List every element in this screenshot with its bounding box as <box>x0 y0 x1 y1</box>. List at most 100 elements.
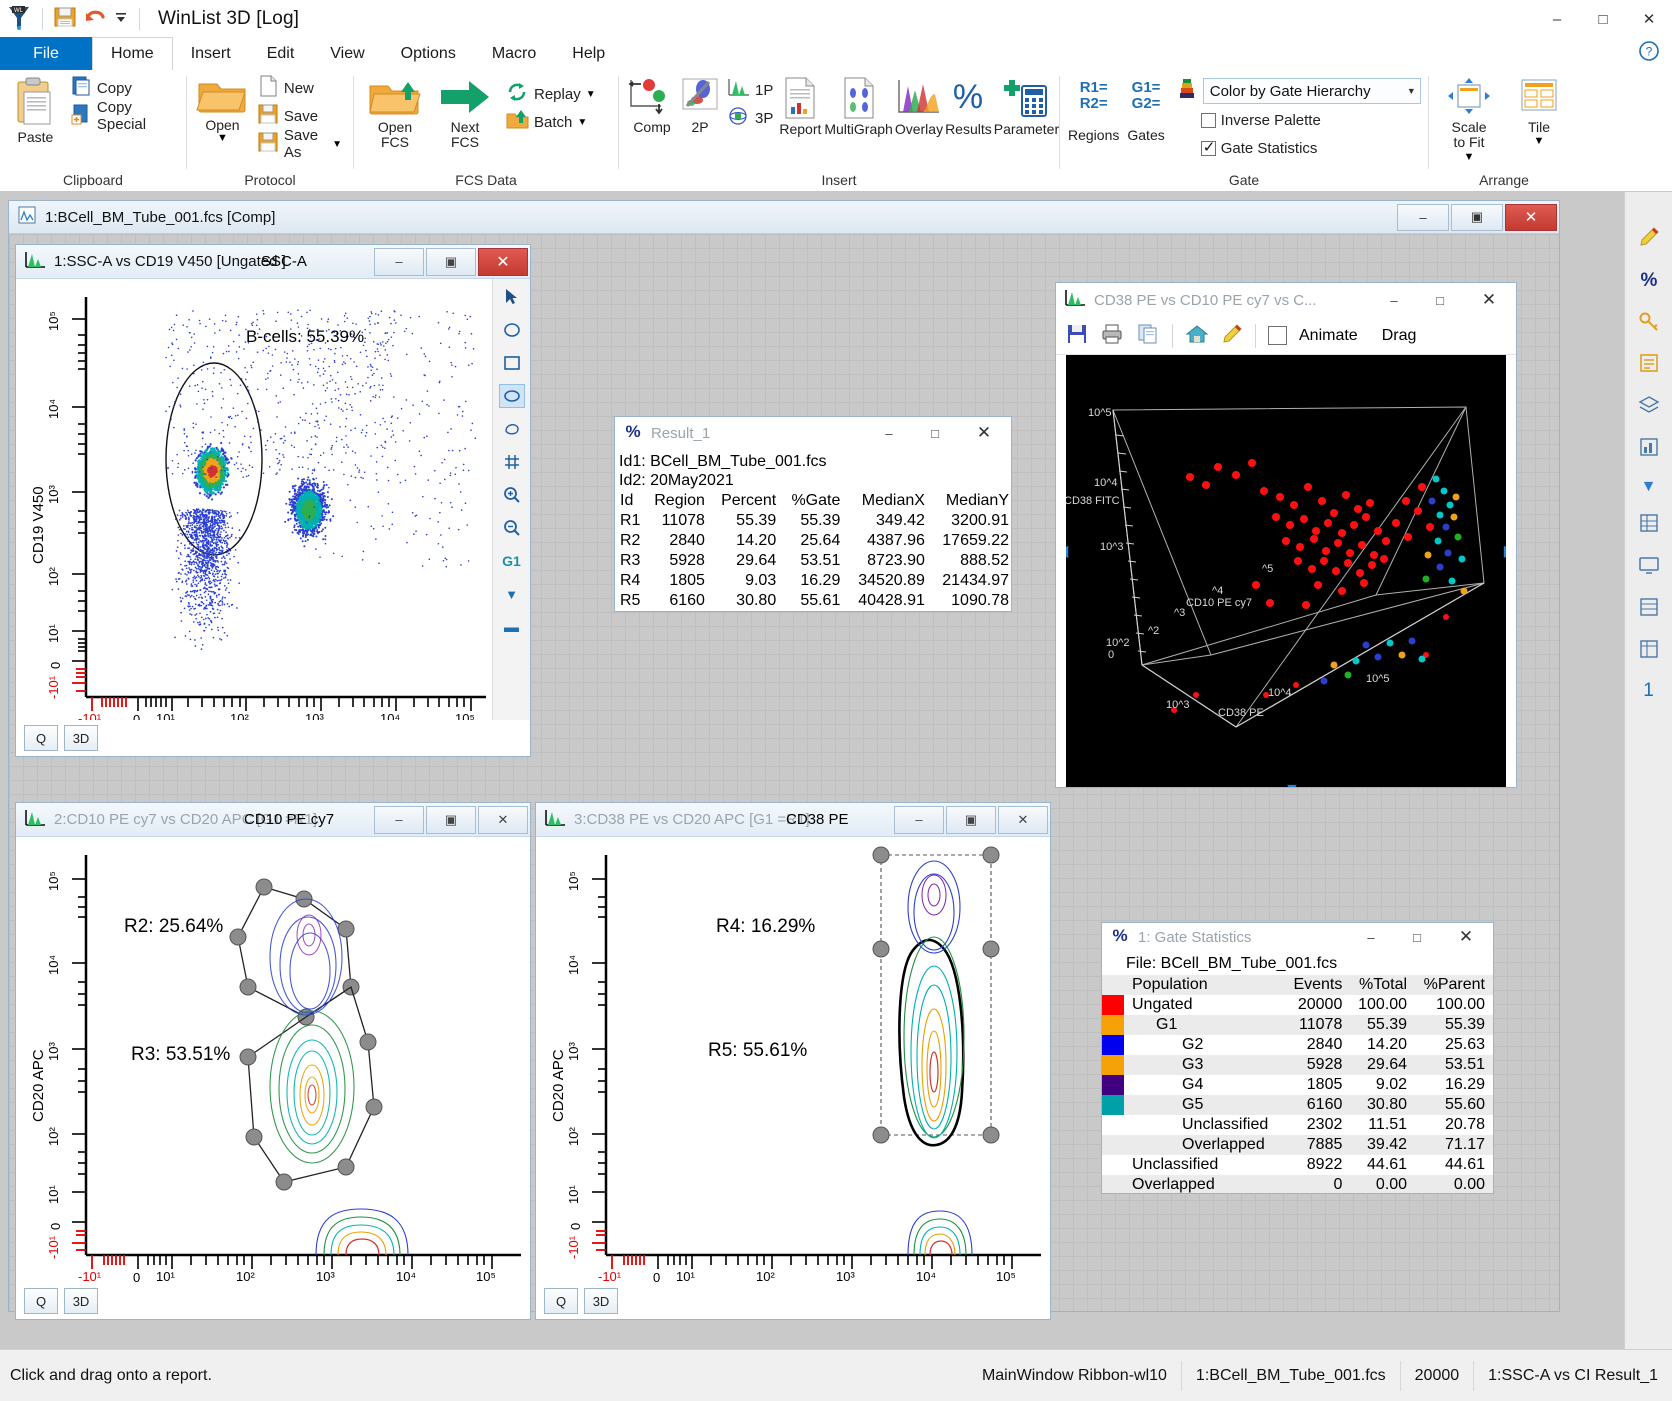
pencil-icon[interactable] <box>1638 226 1660 252</box>
plot1-toolbar[interactable]: G1 ▼ ▬ <box>492 279 530 720</box>
plot1-minimize-button[interactable]: – <box>374 248 424 276</box>
scale-to-fit-button[interactable]: Scale to Fit ▼ <box>1437 74 1501 163</box>
table-row[interactable]: R4 1805 9.03 16.29 34520.89 21434.97 <box>619 571 1011 591</box>
rotate-down-arrow-icon[interactable]: ▼ <box>1284 781 1300 787</box>
home-icon[interactable] <box>1185 323 1209 349</box>
plot3-quality-button[interactable]: Q <box>544 1288 578 1314</box>
grid-icon[interactable] <box>1638 512 1660 538</box>
quick-access-toolbar[interactable]: WL <box>0 4 144 34</box>
result-title-bar[interactable]: % Result_1 – □ ✕ <box>615 417 1011 450</box>
save-icon[interactable] <box>53 5 77 33</box>
table-row[interactable]: G1 11078 55.39 55.39 <box>1102 1015 1493 1035</box>
customize-qat-icon[interactable] <box>113 9 129 29</box>
table-icon[interactable] <box>1638 596 1660 622</box>
chevron-down-icon[interactable]: ▼ <box>1407 86 1416 96</box>
plot1-close-button[interactable]: ✕ <box>478 248 528 276</box>
next-fcs-button[interactable]: Next FCS <box>432 74 498 151</box>
window-controls[interactable]: – □ ✕ <box>1534 0 1672 38</box>
key-icon[interactable] <box>1638 310 1660 336</box>
comp-button[interactable]: Comp <box>627 74 677 135</box>
chart-icon[interactable] <box>1638 436 1660 462</box>
color-mode-combo[interactable]: Color by Gate Hierarchy ▼ <box>1203 78 1421 104</box>
table-row[interactable]: R5 6160 30.80 55.61 40428.91 1090.78 <box>619 591 1011 611</box>
gate-stats-buttons[interactable]: – □ ✕ <box>1349 923 1491 951</box>
gate-statistics-checkbox[interactable]: Gate Statistics <box>1173 134 1424 162</box>
chevron-down-icon[interactable]: ▼ <box>332 139 342 150</box>
chevron-down-icon[interactable]: ▼ <box>1641 478 1657 496</box>
right-side-toolbar[interactable]: % ▼ 1 <box>1624 192 1672 1349</box>
inverse-palette-box[interactable] <box>1201 113 1216 128</box>
parameter-button[interactable]: Parameter <box>994 74 1059 137</box>
table-row[interactable]: G5 6160 30.80 55.60 <box>1102 1095 1493 1115</box>
print-icon[interactable] <box>1100 323 1124 349</box>
w3d-title-bar[interactable]: CD38 PE vs CD10 PE cy7 vs C... – □ ✕ <box>1056 283 1516 317</box>
plot1-canvas[interactable]: B-cells: 55.39% 10⁵ 10⁴ 10³ 10² 10¹ 0 -1… <box>16 279 492 720</box>
table-row[interactable]: Ungated 20000 100.00 100.00 <box>1102 995 1493 1015</box>
undo-icon[interactable] <box>83 5 107 33</box>
table-row[interactable]: G4 1805 9.02 16.29 <box>1102 1075 1493 1095</box>
help-circle-icon[interactable]: ? <box>1638 40 1660 66</box>
paste-button[interactable]: Paste <box>8 74 63 145</box>
report-button[interactable]: Report <box>778 74 822 137</box>
copy-button[interactable]: Copy <box>67 74 178 102</box>
gate-g1-button[interactable]: G1 <box>499 549 525 573</box>
plot1-3d-button[interactable]: 3D <box>64 725 98 751</box>
rectangle-region-icon[interactable] <box>499 351 525 375</box>
save-as-button[interactable]: Save As ▼ <box>254 130 345 158</box>
gate-stats-maximize-button[interactable]: □ <box>1395 923 1439 951</box>
drag-button[interactable]: Drag <box>1382 327 1417 345</box>
plot2-canvas[interactable]: R2: 25.64% R3: 53.51% 10⁵ 10⁴ 10³ 10² 10… <box>16 837 530 1283</box>
tab-insert[interactable]: Insert <box>173 37 249 70</box>
tile-button[interactable]: Tile ▼ <box>1511 74 1567 147</box>
minus-icon[interactable]: ▬ <box>499 615 525 639</box>
w3d-buttons[interactable]: – □ ✕ <box>1372 286 1514 314</box>
table-row[interactable]: G3 5928 29.64 53.51 <box>1102 1055 1493 1075</box>
table-row[interactable]: Overlapped 0 0.00 0.00 <box>1102 1175 1493 1194</box>
ribbon-tab-strip[interactable]: File Home Insert Edit View Options Macro… <box>0 38 1672 71</box>
mdi-close-button[interactable]: ✕ <box>1505 204 1557 231</box>
tab-view[interactable]: View <box>312 37 382 70</box>
table-row[interactable]: R1 11078 55.39 55.39 349.42 3200.91 <box>619 511 1011 531</box>
table-row[interactable]: Unclassified 8922 44.61 44.61 <box>1102 1155 1493 1175</box>
mdi-child-buttons[interactable]: – ▣ ✕ <box>1397 204 1559 231</box>
chevron-down-icon[interactable]: ▼ <box>217 133 228 144</box>
table-row[interactable]: G2 2840 14.20 25.63 <box>1102 1035 1493 1055</box>
save-protocol-button[interactable]: Save <box>254 102 345 130</box>
plot3-restore-button[interactable]: ▣ <box>946 806 996 834</box>
plot1-buttons[interactable]: – ▣ ✕ <box>374 248 528 276</box>
onep-button[interactable]: 1P <box>723 76 776 104</box>
w3d-minimize-button[interactable]: – <box>1372 286 1416 314</box>
animate-checkbox[interactable] <box>1268 326 1287 345</box>
open-fcs-button[interactable]: Open FCS <box>362 74 428 151</box>
pointer-icon[interactable] <box>499 285 525 309</box>
dropdown-icon[interactable]: ▼ <box>499 582 525 606</box>
window-close-button[interactable]: ✕ <box>1626 0 1672 38</box>
pencil-icon[interactable] <box>1221 323 1243 349</box>
tab-edit[interactable]: Edit <box>249 37 313 70</box>
plot1-restore-button[interactable]: ▣ <box>426 248 476 276</box>
plot2-buttons[interactable]: – ▣ ✕ <box>374 806 528 834</box>
percent-icon[interactable]: % <box>1638 268 1660 294</box>
copy-special-button[interactable]: Copy Special <box>67 102 178 130</box>
gate-stats-close-button[interactable]: ✕ <box>1441 923 1491 951</box>
mdi-minimize-button[interactable]: – <box>1397 204 1449 231</box>
window-minimize-button[interactable]: – <box>1534 0 1580 38</box>
tab-options[interactable]: Options <box>383 37 474 70</box>
tab-help[interactable]: Help <box>554 37 623 70</box>
result-maximize-button[interactable]: □ <box>913 419 957 447</box>
mdi-restore-button[interactable]: ▣ <box>1451 204 1503 231</box>
tab-macro[interactable]: Macro <box>474 37 554 70</box>
table-row[interactable]: R3 5928 29.64 53.51 8723.90 888.52 <box>619 551 1011 571</box>
list-icon[interactable] <box>1638 352 1660 378</box>
plot3-canvas[interactable]: R4: 16.29% R5: 55.61% 10⁵ 10⁴ 10³ 10² 10… <box>536 837 1050 1283</box>
rotate-left-arrow-icon[interactable]: ◀ <box>1066 541 1068 561</box>
layers-icon[interactable] <box>1638 394 1660 420</box>
table2-icon[interactable] <box>1638 638 1660 664</box>
table-row[interactable]: R2 2840 14.20 25.64 4387.96 17659.22 <box>619 531 1011 551</box>
w3d-toolbar[interactable]: Animate Drag <box>1056 317 1516 355</box>
chevron-down-icon[interactable]: ▼ <box>577 117 587 128</box>
tab-home[interactable]: Home <box>92 37 173 71</box>
plot3-close-button[interactable]: ✕ <box>998 806 1048 834</box>
results-button[interactable]: % Results <box>945 74 992 137</box>
chevron-down-icon[interactable]: ▼ <box>1534 135 1545 147</box>
